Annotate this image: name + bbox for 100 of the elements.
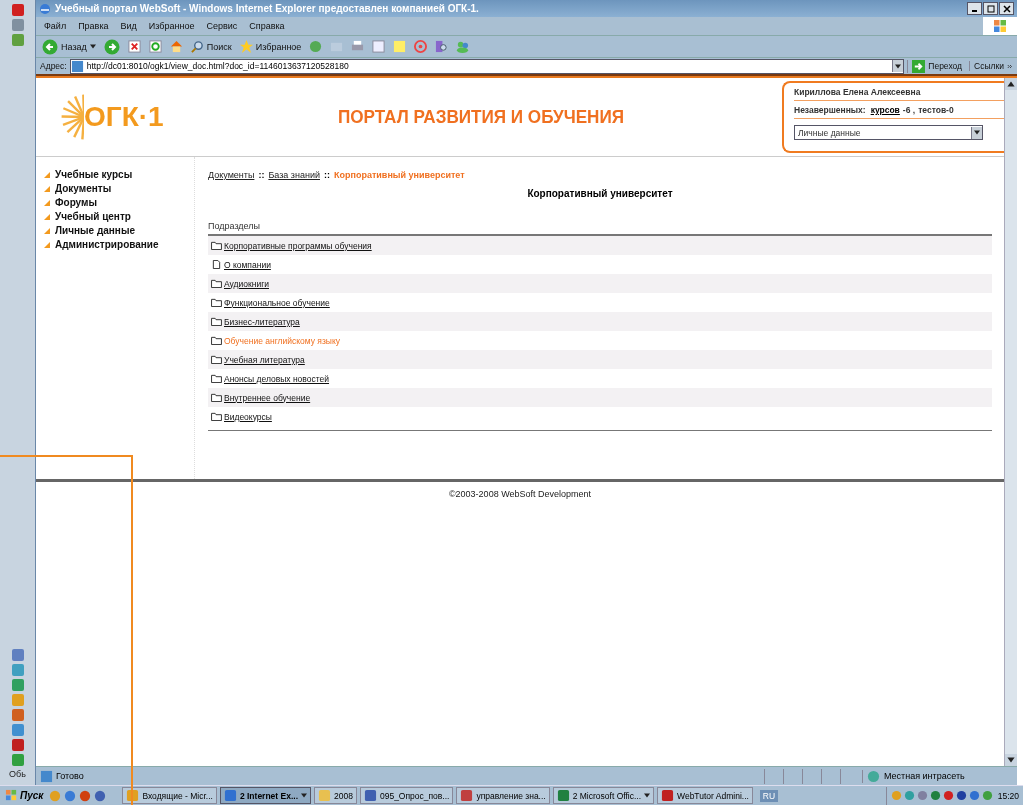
taskbar-button[interactable]: 2 Internet Ex... [219,787,312,804]
menu-item[interactable]: Файл [44,21,67,31]
desktop-icon[interactable] [11,34,24,46]
nav-link[interactable]: Документы [44,183,194,194]
tests-count: тестов-0 [918,104,954,115]
scroll-up-icon[interactable] [1005,78,1017,90]
triangle-bullet-icon [44,227,50,234]
menu-item[interactable]: Вид [120,21,137,31]
star-icon [239,40,253,53]
taskbar-button[interactable]: 095_Опрос_пов... [359,787,454,804]
maximize-button[interactable] [983,2,998,15]
subsection-link[interactable]: Бизнес-литература [224,316,300,327]
app-icon [460,789,474,802]
folder-icon [211,412,222,421]
menu-item[interactable]: Избранное [148,21,195,31]
desktop-icon[interactable] [11,649,24,661]
app-icon [661,789,675,802]
minimize-button[interactable] [967,2,982,15]
page-icon [40,769,53,783]
close-button[interactable] [999,2,1014,15]
desktop-icon[interactable] [11,4,24,16]
triangle-bullet-icon [44,241,50,248]
address-field[interactable]: http://dc01:8010/ogk1/view_doc.html?doc_id=1146013637120528180 [69,58,905,74]
taskbar-button[interactable]: WebTutor Admini... [657,787,753,804]
folder-icon [211,279,222,288]
nav-link[interactable]: Учебные курсы [44,169,194,180]
note-icon[interactable] [393,40,407,53]
courses-link[interactable]: курсов [870,104,900,115]
quick-launch-icon[interactable] [94,789,107,802]
folder-icon [211,355,222,364]
menu-item[interactable]: Правка [78,21,109,31]
folder-icon [211,374,222,383]
desktop-icon[interactable] [11,709,24,721]
desktop-icon[interactable] [11,724,24,736]
subsection-link[interactable]: О компании [224,259,271,270]
favorites-button[interactable]: Избранное [239,40,302,53]
subsection-link[interactable]: Видеокурсы [224,411,272,422]
desktop-icon[interactable] [11,739,24,751]
document-icon [211,260,222,269]
dropdown-arrow-icon [974,130,980,135]
nav-link[interactable]: Учебный центр [44,211,194,222]
tray-icon[interactable] [955,790,967,801]
scroll-down-icon[interactable] [1005,754,1017,766]
arrow-icon [912,59,926,73]
subsection-link[interactable]: Внутреннее обучение [224,392,311,403]
quick-launch-icon[interactable] [79,789,92,802]
subsection-link[interactable]: Корпоративные программы обучения [224,240,372,251]
desktop-icon[interactable] [11,754,24,766]
windows-flag-icon [5,789,18,802]
subsection-link[interactable]: Аудиокниги [224,278,269,289]
taskbar-button[interactable]: 2 Microsoft Offic... [552,787,655,804]
messenger-icon[interactable] [456,40,470,53]
tray-icon[interactable] [916,790,928,801]
triangle-bullet-icon [44,171,50,178]
folder-icon [211,336,222,345]
folder-icon [211,298,222,307]
desktop-icon[interactable] [11,19,24,31]
start-button[interactable]: Пуск [2,789,47,802]
taskbar-button[interactable]: 2008 [314,787,357,804]
menu-item[interactable]: Сервис [206,21,238,31]
breadcrumb-separator: :: [258,170,265,180]
subsection-link[interactable]: Функциональное обучение [224,297,330,308]
tray-icon[interactable] [929,790,941,801]
stop-icon[interactable] [127,40,141,53]
quick-launch-icon[interactable] [64,789,77,802]
printer-icon[interactable] [351,40,365,53]
go-button[interactable]: Переход [907,59,967,73]
back-button[interactable]: Назад [42,38,96,55]
search-button[interactable]: Поиск [190,40,232,53]
subsection-link[interactable]: Анонсы деловых новостей [224,373,330,384]
caret-icon [89,44,96,49]
address-label: Адрес: [40,61,67,71]
scrollbar[interactable] [1004,78,1017,766]
home-icon[interactable] [169,40,183,53]
links-button[interactable]: Ссылки [969,61,1017,71]
tray-icon[interactable] [942,790,954,801]
nav-link[interactable]: Личные данные [44,225,194,236]
subsection-link[interactable]: Учебная литература [224,354,305,365]
app-icon [556,789,570,802]
folder-icon [211,241,222,250]
menu-item[interactable]: Справка [249,21,285,31]
close-icon [1002,4,1011,13]
copyright-text: ©2003-2008 WebSoft Development [448,489,592,499]
profile-select[interactable]: Личные данные [794,125,983,140]
nav-link[interactable]: Форумы [44,197,194,208]
refresh-icon[interactable] [148,40,162,53]
desktop-icon[interactable] [11,679,24,691]
taskbar-button[interactable]: Входящие - Micr... [122,787,217,804]
taskbar-button[interactable]: управление зна... [456,787,550,804]
nav-link[interactable]: Администрирование [44,239,194,250]
pending-label: Незавершенных: [794,104,866,115]
app-icon [318,789,332,802]
folder-icon [211,393,222,402]
breadcrumb-link[interactable]: База знаний [268,170,320,180]
desktop-icon[interactable] [11,664,24,676]
folder-icon [211,317,222,326]
breadcrumb-link[interactable]: Документы [208,170,255,180]
desktop-label: Обь [9,769,26,779]
tray-icon[interactable] [968,790,980,801]
app-icon [223,789,237,802]
